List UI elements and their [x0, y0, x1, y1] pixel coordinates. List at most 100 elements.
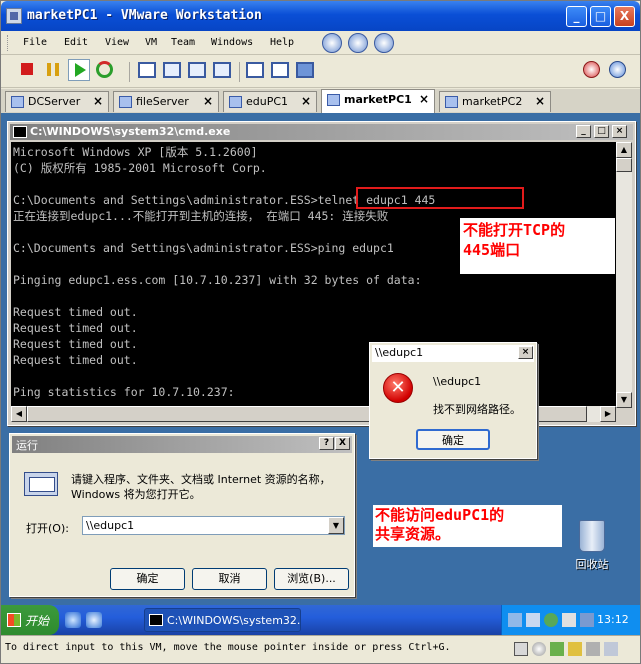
full-screen-icon[interactable] [213, 62, 231, 78]
maximize-button[interactable]: □ [590, 6, 611, 27]
clock: 13:12 [597, 613, 629, 626]
menu-file[interactable]: File [23, 37, 47, 48]
menu-vm[interactable]: VM [145, 37, 157, 48]
console-line: C:\Documents and Settings\administrator.… [13, 193, 436, 207]
replay-icon[interactable] [609, 61, 626, 78]
minimize-button[interactable]: _ [566, 6, 587, 27]
start-label: 开始 [25, 614, 50, 628]
message-log-icon[interactable] [604, 642, 618, 656]
language-icon[interactable] [580, 613, 594, 627]
quick-switch-icon[interactable] [163, 62, 181, 78]
taskbar-cmd-button[interactable]: C:\WINDOWS\system32... [144, 608, 301, 632]
network-icon[interactable] [508, 613, 522, 627]
run-description: 请键入程序、文件夹、文档或 Internet 资源的名称，Windows 将为您… [71, 473, 331, 501]
tab-marketpc2[interactable]: marketPC2 × [439, 91, 551, 112]
recycle-bin-label: 回收站 [575, 558, 609, 571]
hard-disk-icon[interactable] [514, 642, 528, 656]
appliance-view-icon[interactable] [271, 62, 289, 78]
suspend-icon[interactable] [47, 63, 59, 76]
error-ok-button[interactable]: 确定 [416, 429, 490, 450]
tab-close-icon[interactable]: × [301, 94, 311, 108]
volume-icon[interactable] [562, 613, 576, 627]
run-cancel-button[interactable]: 取消 [192, 568, 267, 590]
tab-dcserver[interactable]: DCServer × [5, 91, 109, 112]
scroll-left-icon[interactable]: ◀ [11, 406, 27, 422]
network-icon[interactable] [526, 613, 540, 627]
network-adapter-icon[interactable] [550, 642, 564, 656]
cmd-maximize-button[interactable]: □ [594, 125, 609, 138]
error-dialog-close-button[interactable]: × [518, 346, 533, 359]
play-icon [75, 63, 86, 77]
chevron-down-icon[interactable]: ▼ [328, 517, 344, 534]
tab-close-icon[interactable]: × [535, 94, 545, 108]
scroll-right-icon[interactable]: ▶ [600, 406, 616, 422]
window-title: marketPC1 - VMware Workstation [27, 8, 262, 23]
menu-team[interactable]: Team [171, 37, 195, 48]
vmware-logo-icon [6, 8, 22, 24]
snapshot-icon[interactable] [322, 33, 342, 53]
start-button[interactable]: 开始 [1, 605, 59, 635]
taskbar-cmd-label: C:\WINDOWS\system32... [167, 614, 301, 627]
power-off-icon[interactable] [21, 63, 33, 75]
vmware-title-bar[interactable]: marketPC1 - VMware Workstation _ □ X [1, 1, 640, 31]
fit-guest-icon[interactable] [188, 62, 206, 78]
cd-rom-icon[interactable] [532, 642, 546, 656]
cmd-close-button[interactable]: × [612, 125, 627, 138]
recycle-bin[interactable]: 回收站 [569, 520, 615, 572]
annotation-line: 不能访问eduPC1的 [375, 506, 505, 524]
menu-windows[interactable]: Windows [211, 37, 253, 48]
vm-icon [327, 94, 340, 106]
revert-snapshot-icon[interactable] [348, 33, 368, 53]
vm-icon [119, 96, 132, 108]
network-error-dialog[interactable]: \\edupc1 × ✕ \\edupc1 找不到网络路径。 确定 [369, 342, 537, 459]
show-desktop-icon[interactable] [86, 612, 102, 628]
run-browse-button[interactable]: 浏览(B)... [274, 568, 349, 590]
cmd-vertical-scrollbar[interactable]: ▲ ▼ [616, 142, 632, 408]
console-view-icon[interactable] [296, 62, 314, 78]
summary-view-icon[interactable] [246, 62, 264, 78]
usb-icon[interactable] [568, 642, 582, 656]
security-icon[interactable] [544, 613, 558, 627]
run-close-button[interactable]: X [335, 437, 350, 450]
cmd-title: C:\WINDOWS\system32\cmd.exe [30, 125, 231, 138]
tab-marketpc1[interactable]: marketPC1 × [321, 89, 435, 113]
run-icon [24, 472, 58, 496]
record-icon[interactable] [583, 61, 600, 78]
tab-close-icon[interactable]: × [93, 94, 103, 108]
cmd-title-bar[interactable]: C:\WINDOWS\system32\cmd.exe _ □ × [10, 124, 633, 140]
power-on-button[interactable] [68, 59, 90, 81]
run-ok-button[interactable]: 确定 [110, 568, 185, 590]
scroll-thumb[interactable] [616, 158, 632, 172]
run-dialog-title-bar[interactable]: 运行 ? X [12, 436, 352, 453]
show-sidebar-icon[interactable] [138, 62, 156, 78]
tab-label: DCServer [28, 95, 81, 108]
close-button[interactable]: X [614, 6, 635, 27]
tab-label: marketPC2 [462, 95, 523, 108]
scroll-up-icon[interactable]: ▲ [616, 142, 632, 158]
cmd-icon [149, 614, 163, 626]
vm-icon [11, 96, 24, 108]
run-dialog[interactable]: 运行 ? X 请键入程序、文件夹、文档或 Internet 资源的名称，Wind… [9, 433, 355, 597]
snapshot-manager-icon[interactable] [374, 33, 394, 53]
tab-close-icon[interactable]: × [419, 92, 429, 106]
sound-icon[interactable] [586, 642, 600, 656]
tab-label: marketPC1 [344, 93, 412, 106]
vmware-window: marketPC1 - VMware Workstation _ □ X Fil… [0, 0, 641, 664]
error-dialog-title-bar[interactable]: \\edupc1 × [372, 345, 534, 362]
internet-explorer-icon[interactable] [65, 612, 81, 628]
tab-fileserver[interactable]: fileServer × [113, 91, 219, 112]
tab-close-icon[interactable]: × [203, 94, 213, 108]
run-dialog-title: 运行 [16, 439, 38, 452]
cmd-minimize-button[interactable]: _ [576, 125, 591, 138]
reset-icon[interactable] [96, 61, 113, 78]
error-dialog-title: \\edupc1 [375, 346, 424, 359]
menu-help[interactable]: Help [270, 37, 294, 48]
open-combobox[interactable]: \\edupc1 ▼ [82, 516, 345, 535]
menu-edit[interactable]: Edit [64, 37, 88, 48]
scroll-down-icon[interactable]: ▼ [616, 392, 632, 408]
toolbar-separator [239, 62, 240, 82]
run-help-button[interactable]: ? [319, 437, 334, 450]
menu-view[interactable]: View [105, 37, 129, 48]
toolbar-grip[interactable] [7, 35, 10, 51]
tab-edupc1[interactable]: eduPC1 × [223, 91, 317, 112]
